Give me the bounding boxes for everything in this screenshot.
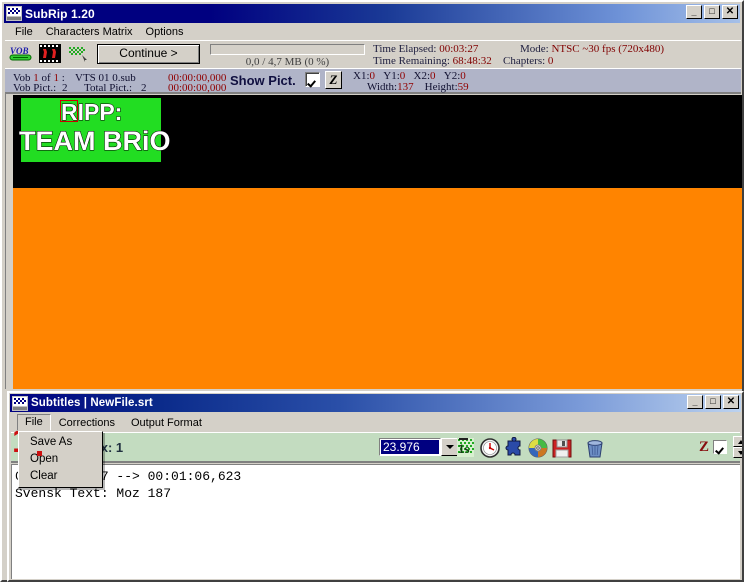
show-pict-label: Show Pict. [230,73,296,88]
puzzle-piece-icon[interactable] [503,437,525,459]
menu-options[interactable]: Options [140,25,191,39]
overlay-number-dot [37,451,42,456]
continue-button[interactable]: Continue > [97,44,200,64]
main-window-controls: _ □ ✕ [686,5,738,19]
menu-characters-matrix[interactable]: Characters Matrix [40,25,140,39]
menu-item-open[interactable]: Open [19,451,102,468]
subtitles-window-controls: _ □ ✕ [687,395,739,409]
svg-text:1s: 1s [458,441,470,456]
coords-row-2: Width:137 Height:59 [367,82,469,93]
main-window-title: SubRip 1.20 [25,6,95,21]
subtitle-bitmap-canvas[interactable]: RIPP: TEAM BRiO [13,95,742,389]
close-icon: ✕ [725,6,735,17]
maximize-icon: □ [709,6,715,16]
close-button[interactable]: ✕ [722,5,738,19]
film-strip-icon[interactable] [39,44,61,63]
cd-disc-icon[interactable] [527,437,549,459]
main-toolbar: VOB Continue > 0,0 / 4,7 MB (0 %) Time E… [5,40,741,68]
time-remaining-row: Time Remaining: 68:48:32 [373,55,492,67]
vob-logo-icon[interactable]: VOB [9,44,33,64]
save-floppy-icon[interactable] [551,437,573,459]
menu-item-clear[interactable]: Clear [19,468,102,485]
subtitle-text-area[interactable]: 00:01:00,027 --> 00:01:06,623 Svensk Tex… [11,464,740,579]
spinner-down-button[interactable] [733,447,742,458]
chapters-row: Chapters: 0 [503,55,553,67]
chapters-value: 0 [547,55,554,67]
minimize-icon: _ [691,7,697,17]
time-elapsed-label: Time Elapsed: [373,43,437,55]
z-label: Z [699,439,710,455]
time-elapsed-row: Time Elapsed: 00:03:27 [373,43,478,55]
progress-bar [210,44,365,55]
menu-file[interactable]: File [9,25,40,39]
time-remaining-value: 68:48:32 [452,55,492,67]
mode-label: Mode: [520,43,549,55]
bitmap-text-icon[interactable] [67,44,89,63]
subtitles-menubar: File Corrections Output Format [10,414,741,431]
subtitles-minimize-button[interactable]: _ [687,395,703,409]
subtitle-bitmap-line-2: TEAM BRiO [19,126,171,157]
bitmap-canvas-frame: RIPP: TEAM BRiO [5,93,742,389]
file-dropdown-menu: Save As Open Clear [18,431,103,488]
menu-output-format[interactable]: Output Format [123,415,210,431]
progress-area: 0,0 / 4,7 MB (0 %) [210,44,365,68]
width-value: 137 [397,81,414,93]
time-remaining-label: Time Remaining: [373,55,450,67]
height-value: 59 [457,81,469,93]
subtitles-window-title: Subtitles | NewFile.srt [31,397,153,409]
progress-label: 0,0 / 4,7 MB (0 %) [245,56,330,68]
minimize-button[interactable]: _ [686,5,702,19]
time-scale-icon[interactable]: 1s [455,437,477,459]
value-spinner[interactable] [733,436,742,460]
mode-row: Mode: NTSC ~30 fps (720x480) [520,43,664,55]
fps-value: 23.976 [381,440,439,454]
trash-bin-icon[interactable] [583,437,607,461]
subrip-app-icon [6,6,22,21]
height-label: Height: [424,81,458,93]
z-checkbox[interactable] [713,440,727,454]
width-label: Width: [367,81,398,93]
subtitles-window-icon [12,395,28,411]
close-icon: ✕ [726,396,736,407]
mode-value: NTSC ~30 fps (720x480) [551,43,665,55]
time-elapsed-value: 00:03:27 [439,43,479,55]
spinner-up-button[interactable] [733,436,742,447]
minimize-icon: _ [692,397,698,407]
zoom-toggle-button[interactable]: Z [325,71,342,89]
character-highlight-box [60,100,78,122]
vob-status-bar: Vob 1 of 1 : VTS 01 0.sub 00:00:00,000 V… [5,68,741,94]
subtitles-window: Subtitles | NewFile.srt _ □ ✕ File Corre… [7,391,744,582]
maximize-button[interactable]: □ [704,5,720,19]
orange-background-band [13,188,742,389]
subrip-main-window: SubRip 1.20 _ □ ✕ File Characters Matrix… [0,0,744,582]
main-menubar: File Characters Matrix Options [4,24,740,40]
maximize-icon: □ [710,396,716,406]
menu-item-save-as[interactable]: Save As [19,434,102,451]
menu-file[interactable]: File [17,414,51,431]
subtitles-maximize-button[interactable]: □ [705,395,721,409]
subtitles-close-button[interactable]: ✕ [723,395,739,409]
subtitles-toolbar: Index: 1 23.976 [11,432,742,463]
chapters-label: Chapters: [503,55,546,67]
subtitles-titlebar[interactable]: Subtitles | NewFile.srt _ □ ✕ [10,394,741,412]
fps-input[interactable]: 23.976 [379,438,441,456]
show-pict-checkbox[interactable] [305,72,320,87]
menu-corrections[interactable]: Corrections [51,415,123,431]
clock-icon[interactable] [479,437,501,459]
main-titlebar[interactable]: SubRip 1.20 _ □ ✕ [4,4,740,23]
